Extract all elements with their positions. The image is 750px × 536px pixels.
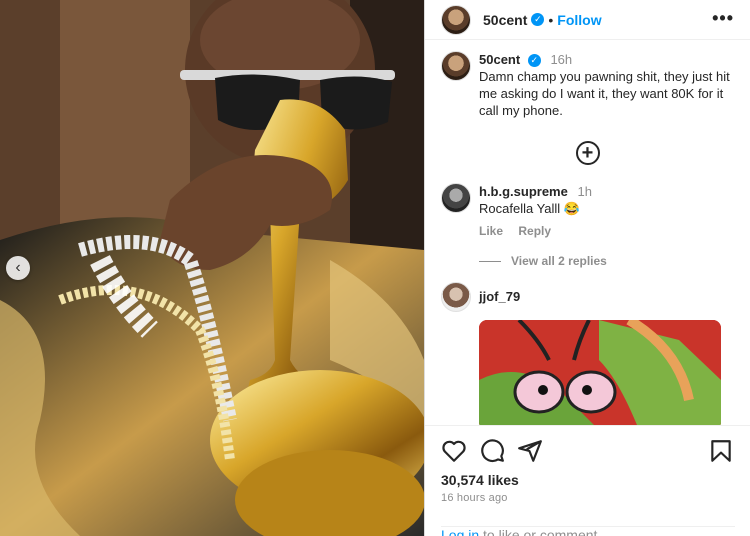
gif-illustration: [479, 320, 721, 425]
comments-list[interactable]: 50cent ✓ 16h Damn champ you pawning shit…: [425, 41, 750, 425]
verified-icon: ✓: [527, 54, 541, 68]
post-timestamp[interactable]: 16 hours ago: [441, 492, 734, 504]
avatar[interactable]: [441, 282, 471, 312]
post-photo: ‹: [0, 0, 424, 536]
heart-icon[interactable]: [441, 438, 467, 464]
login-prompt-text: to like or comment.: [479, 527, 602, 536]
comment-text: Damn champ you pawning shit, they just h…: [479, 69, 730, 118]
view-replies-button[interactable]: View all 2 replies: [479, 254, 734, 268]
comment-username[interactable]: jjof_79: [479, 289, 520, 304]
caption-comment: 50cent ✓ 16h Damn champ you pawning shit…: [441, 51, 734, 119]
likes-count[interactable]: 30,574 likes: [441, 472, 734, 488]
login-prompt: Log in to like or comment.: [441, 526, 735, 536]
separator-dot: •: [548, 11, 554, 28]
comment-username[interactable]: 50cent: [479, 52, 520, 67]
avatar[interactable]: [441, 183, 471, 213]
divider: [479, 260, 501, 262]
author-username[interactable]: 50cent: [483, 12, 527, 28]
bookmark-icon[interactable]: [708, 438, 734, 464]
plus-circle-icon: +: [581, 142, 594, 164]
share-icon[interactable]: [517, 438, 543, 464]
load-more-comments-button[interactable]: +: [575, 141, 600, 165]
post-footer: 30,574 likes 16 hours ago Log in to like…: [425, 425, 750, 536]
comment-username[interactable]: h.b.g.supreme: [479, 184, 568, 199]
previous-photo-button[interactable]: ‹: [6, 256, 30, 280]
list-item: h.b.g.supreme 1h Rocafella Yalll 😂 Like …: [441, 183, 734, 240]
comment-text: Rocafella Yalll 😂: [479, 201, 580, 216]
chevron-left-icon: ‹: [15, 259, 21, 276]
list-item: jjof_79: [441, 282, 734, 312]
reply-button[interactable]: Reply: [518, 224, 551, 238]
action-bar: [441, 436, 734, 466]
follow-button[interactable]: Follow: [557, 12, 601, 28]
more-options-icon[interactable]: •••: [712, 8, 734, 29]
like-comment-button[interactable]: Like: [479, 224, 503, 238]
verified-icon: ✓: [531, 13, 545, 26]
comment-icon[interactable]: [479, 438, 505, 464]
view-replies-label: View all 2 replies: [511, 254, 607, 268]
comment-gif: [479, 320, 721, 425]
comment-time[interactable]: 1h: [577, 184, 591, 199]
login-link[interactable]: Log in: [441, 527, 479, 536]
avatar[interactable]: [441, 51, 471, 81]
author-avatar[interactable]: [441, 4, 471, 35]
post-side-panel: 50cent ✓ • Follow ••• 50cent ✓ 16h Damn …: [424, 0, 750, 536]
comment-time[interactable]: 16h: [550, 52, 572, 67]
photo-illustration: [0, 0, 424, 536]
post-header: 50cent ✓ • Follow •••: [425, 0, 750, 40]
